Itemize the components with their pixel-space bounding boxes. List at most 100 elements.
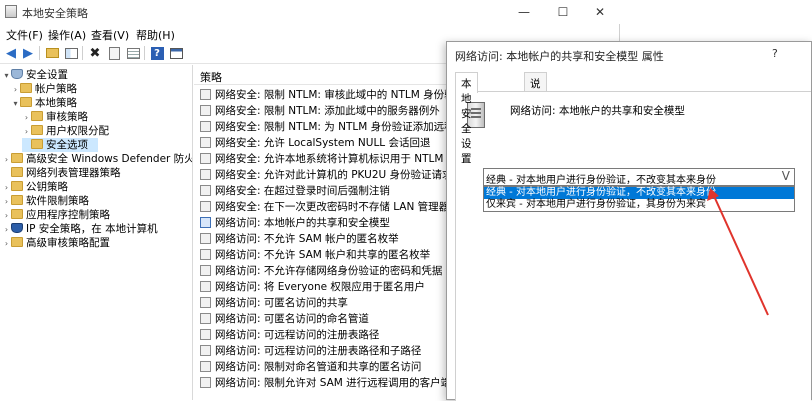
policy-row-label: 网络安全: 允许本地系统将计算机标识用于 NTLM xyxy=(215,153,444,165)
policy-item-icon xyxy=(200,185,211,196)
policy-row-label: 网络访问: 可匿名访问的命名管道 xyxy=(215,313,369,325)
window-title: 本地安全策略 xyxy=(22,7,88,20)
policy-item-icon xyxy=(200,201,211,212)
expand-chevron-icon[interactable]: › xyxy=(2,209,11,223)
expand-chevron-icon[interactable]: › xyxy=(2,195,11,209)
policy-row-label: 网络安全: 允许对此计算机的 PKU2U 身份验证请求使用联 xyxy=(215,169,450,181)
tree-item-defender-firewall[interactable]: › 高级安全 Windows Defender 防火墙 xyxy=(2,152,192,167)
dialog-title: 网络访问: 本地帐户的共享和安全模型 属性 xyxy=(455,50,664,63)
help-icon[interactable]: ? xyxy=(149,45,165,61)
tab-panel xyxy=(455,91,811,401)
tree-item-software-restriction[interactable]: › 软件限制策略 xyxy=(2,194,89,208)
chevron-down-icon[interactable]: V xyxy=(782,169,790,183)
toolbar-separator xyxy=(144,46,145,60)
tab-local-security-setting[interactable]: 本地安全设置 xyxy=(455,72,478,165)
policy-row-label: 网络安全: 允许 LocalSystem NULL 会话回退 xyxy=(215,137,431,149)
policy-item-icon xyxy=(200,121,211,132)
tree-item-public-key-policies[interactable]: › 公钥策略 xyxy=(2,180,68,194)
toolbar-separator xyxy=(82,46,83,60)
policy-item-icon xyxy=(200,137,211,148)
expand-chevron-icon[interactable]: › xyxy=(2,153,11,167)
properties-icon[interactable] xyxy=(106,45,122,61)
policy-row-label: 网络访问: 将 Everyone 权限应用于匿名用户 xyxy=(215,281,425,293)
menu-help[interactable]: 帮助(H) xyxy=(136,27,175,43)
menu-bar: 文件(F) 操作(A) 查看(V) 帮助(H) xyxy=(0,24,620,42)
expand-chevron-icon[interactable]: › xyxy=(2,237,11,251)
policy-row[interactable]: 网络访问: 将 Everyone 权限应用于匿名用户 xyxy=(200,280,450,295)
tree-item-user-rights[interactable]: › 用户权限分配 xyxy=(22,124,109,138)
expand-chevron-icon[interactable]: › xyxy=(22,125,31,139)
collapse-chevron-icon[interactable]: ▾ xyxy=(11,97,20,111)
expand-chevron-icon[interactable]: › xyxy=(22,111,31,125)
policy-item-icon xyxy=(200,345,211,356)
policy-row[interactable]: 网络安全: 限制 NTLM: 为 NTLM 身份验证添加远程服务器 xyxy=(200,120,450,135)
dialog-help-button[interactable]: ? xyxy=(772,47,778,60)
sharing-model-dropdown-list: 经典 - 对本地用户进行身份验证，不改变其本来身份 仅来宾 - 对本地用户进行身… xyxy=(483,186,795,212)
tree-root-security-settings[interactable]: ▾ 安全设置 xyxy=(2,68,68,82)
title-bar: 本地安全策略 — ☐ ✕ xyxy=(0,0,620,24)
policy-row[interactable]: 网络安全: 在超过登录时间后强制注销 xyxy=(200,184,450,199)
console-icon[interactable] xyxy=(168,45,184,61)
menu-file[interactable]: 文件(F) xyxy=(6,27,43,43)
policy-row-label: 网络安全: 限制 NTLM: 添加此域中的服务器例外 xyxy=(215,105,440,117)
policy-name-label: 网络访问: 本地帐户的共享和安全模型 xyxy=(510,105,685,117)
policy-item-icon xyxy=(200,89,211,100)
policy-row-label: 网络安全: 限制 NTLM: 为 NTLM 身份验证添加远程服务器 xyxy=(215,121,450,133)
expand-chevron-icon[interactable]: › xyxy=(2,181,11,195)
tree-item-advanced-audit[interactable]: › 高级审核策略配置 xyxy=(2,236,110,250)
tree-item-network-list-manager[interactable]: 网络列表管理器策略 xyxy=(2,166,121,180)
policy-row[interactable]: 网络安全: 在下一次更改密码时不存储 LAN 管理器哈希值 xyxy=(200,200,450,215)
forward-icon[interactable]: ▶ xyxy=(20,45,36,61)
policy-row[interactable]: 网络访问: 可匿名访问的命名管道 xyxy=(200,312,450,327)
tree-item-local-policies[interactable]: ▾ 本地策略 xyxy=(11,96,77,110)
tree-item-security-options[interactable]: 安全选项 xyxy=(22,138,98,152)
policy-item-icon xyxy=(200,281,211,292)
policy-row[interactable]: 网络安全: 允许本地系统将计算机标识用于 NTLM xyxy=(200,152,450,167)
menu-view[interactable]: 查看(V) xyxy=(91,27,129,43)
policy-row[interactable]: 网络访问: 可远程访问的注册表路径和子路径 xyxy=(200,344,450,359)
policy-row[interactable]: 网络安全: 允许 LocalSystem NULL 会话回退 xyxy=(200,136,450,151)
policy-row[interactable]: 网络访问: 不允许存储网络身份验证的密码和凭据 xyxy=(200,264,450,279)
delete-icon[interactable]: ✖ xyxy=(87,45,103,61)
combobox-value: 经典 - 对本地用户进行身份验证，不改变其本来身份 xyxy=(486,175,716,186)
policy-row[interactable]: 网络访问: 本地帐户的共享和安全模型 xyxy=(200,216,450,231)
policy-row[interactable]: 网络安全: 限制 NTLM: 审核此域中的 NTLM 身份验证 xyxy=(200,88,450,103)
show-tree-icon[interactable] xyxy=(63,45,79,61)
close-button[interactable]: ✕ xyxy=(586,3,614,21)
tree-item-audit-policy[interactable]: › 审核策略 xyxy=(22,110,88,124)
option-guest-only[interactable]: 仅来宾 - 对本地用户进行身份验证，其身份为来宾 xyxy=(484,199,794,211)
option-classic[interactable]: 经典 - 对本地用户进行身份验证，不改变其本来身份 xyxy=(484,187,794,199)
collapse-chevron-icon[interactable]: ▾ xyxy=(2,69,11,83)
policy-row[interactable]: 网络访问: 限制对命名管道和共享的匿名访问 xyxy=(200,360,450,375)
tree-item-app-control[interactable]: › 应用程序控制策略 xyxy=(2,208,110,222)
sharing-model-combobox[interactable]: 经典 - 对本地用户进行身份验证，不改变其本来身份 V xyxy=(483,168,795,186)
security-policy-app-icon xyxy=(5,5,17,18)
export-list-icon[interactable] xyxy=(125,45,141,61)
minimize-button[interactable]: — xyxy=(510,3,538,21)
tree-item-account-policies[interactable]: › 帐户策略 xyxy=(11,82,77,96)
menu-action[interactable]: 操作(A) xyxy=(48,27,86,43)
policy-row[interactable]: 网络访问: 限制允许对 SAM 进行远程调用的客户端 xyxy=(200,376,450,391)
policy-row-label: 网络访问: 可匿名访问的共享 xyxy=(215,297,348,309)
policy-row-label: 网络访问: 不允许 SAM 帐户的匿名枚举 xyxy=(215,233,399,245)
toolbar-separator xyxy=(39,46,40,60)
properties-dialog: 网络访问: 本地帐户的共享和安全模型 属性 ? 本地安全设置 说明 网络访问: … xyxy=(446,41,812,401)
policy-row[interactable]: 网络访问: 可远程访问的注册表路径 xyxy=(200,328,450,343)
policy-row[interactable]: 网络安全: 允许对此计算机的 PKU2U 身份验证请求使用联 xyxy=(200,168,450,183)
policy-row[interactable]: 网络访问: 不允许 SAM 帐户和共享的匿名枚举 xyxy=(200,248,450,263)
policy-item-icon xyxy=(200,265,211,276)
policy-row[interactable]: 网络访问: 可匿名访问的共享 xyxy=(200,296,450,311)
maximize-button[interactable]: ☐ xyxy=(549,3,577,21)
policy-item-icon xyxy=(200,249,211,260)
expand-chevron-icon[interactable]: › xyxy=(11,83,20,97)
back-icon[interactable]: ◀ xyxy=(3,45,19,61)
up-folder-icon[interactable] xyxy=(44,45,60,61)
tab-explain[interactable]: 说明 xyxy=(524,72,547,105)
expand-chevron-icon[interactable]: › xyxy=(2,223,11,237)
policy-row[interactable]: 网络安全: 限制 NTLM: 添加此域中的服务器例外 xyxy=(200,104,450,119)
policy-item-icon xyxy=(200,361,211,372)
policy-item-icon xyxy=(200,377,211,388)
policy-item-icon xyxy=(200,217,211,228)
policy-row[interactable]: 网络访问: 不允许 SAM 帐户的匿名枚举 xyxy=(200,232,450,247)
tree-item-ip-security[interactable]: › IP 安全策略，在 本地计算机 xyxy=(2,222,158,236)
